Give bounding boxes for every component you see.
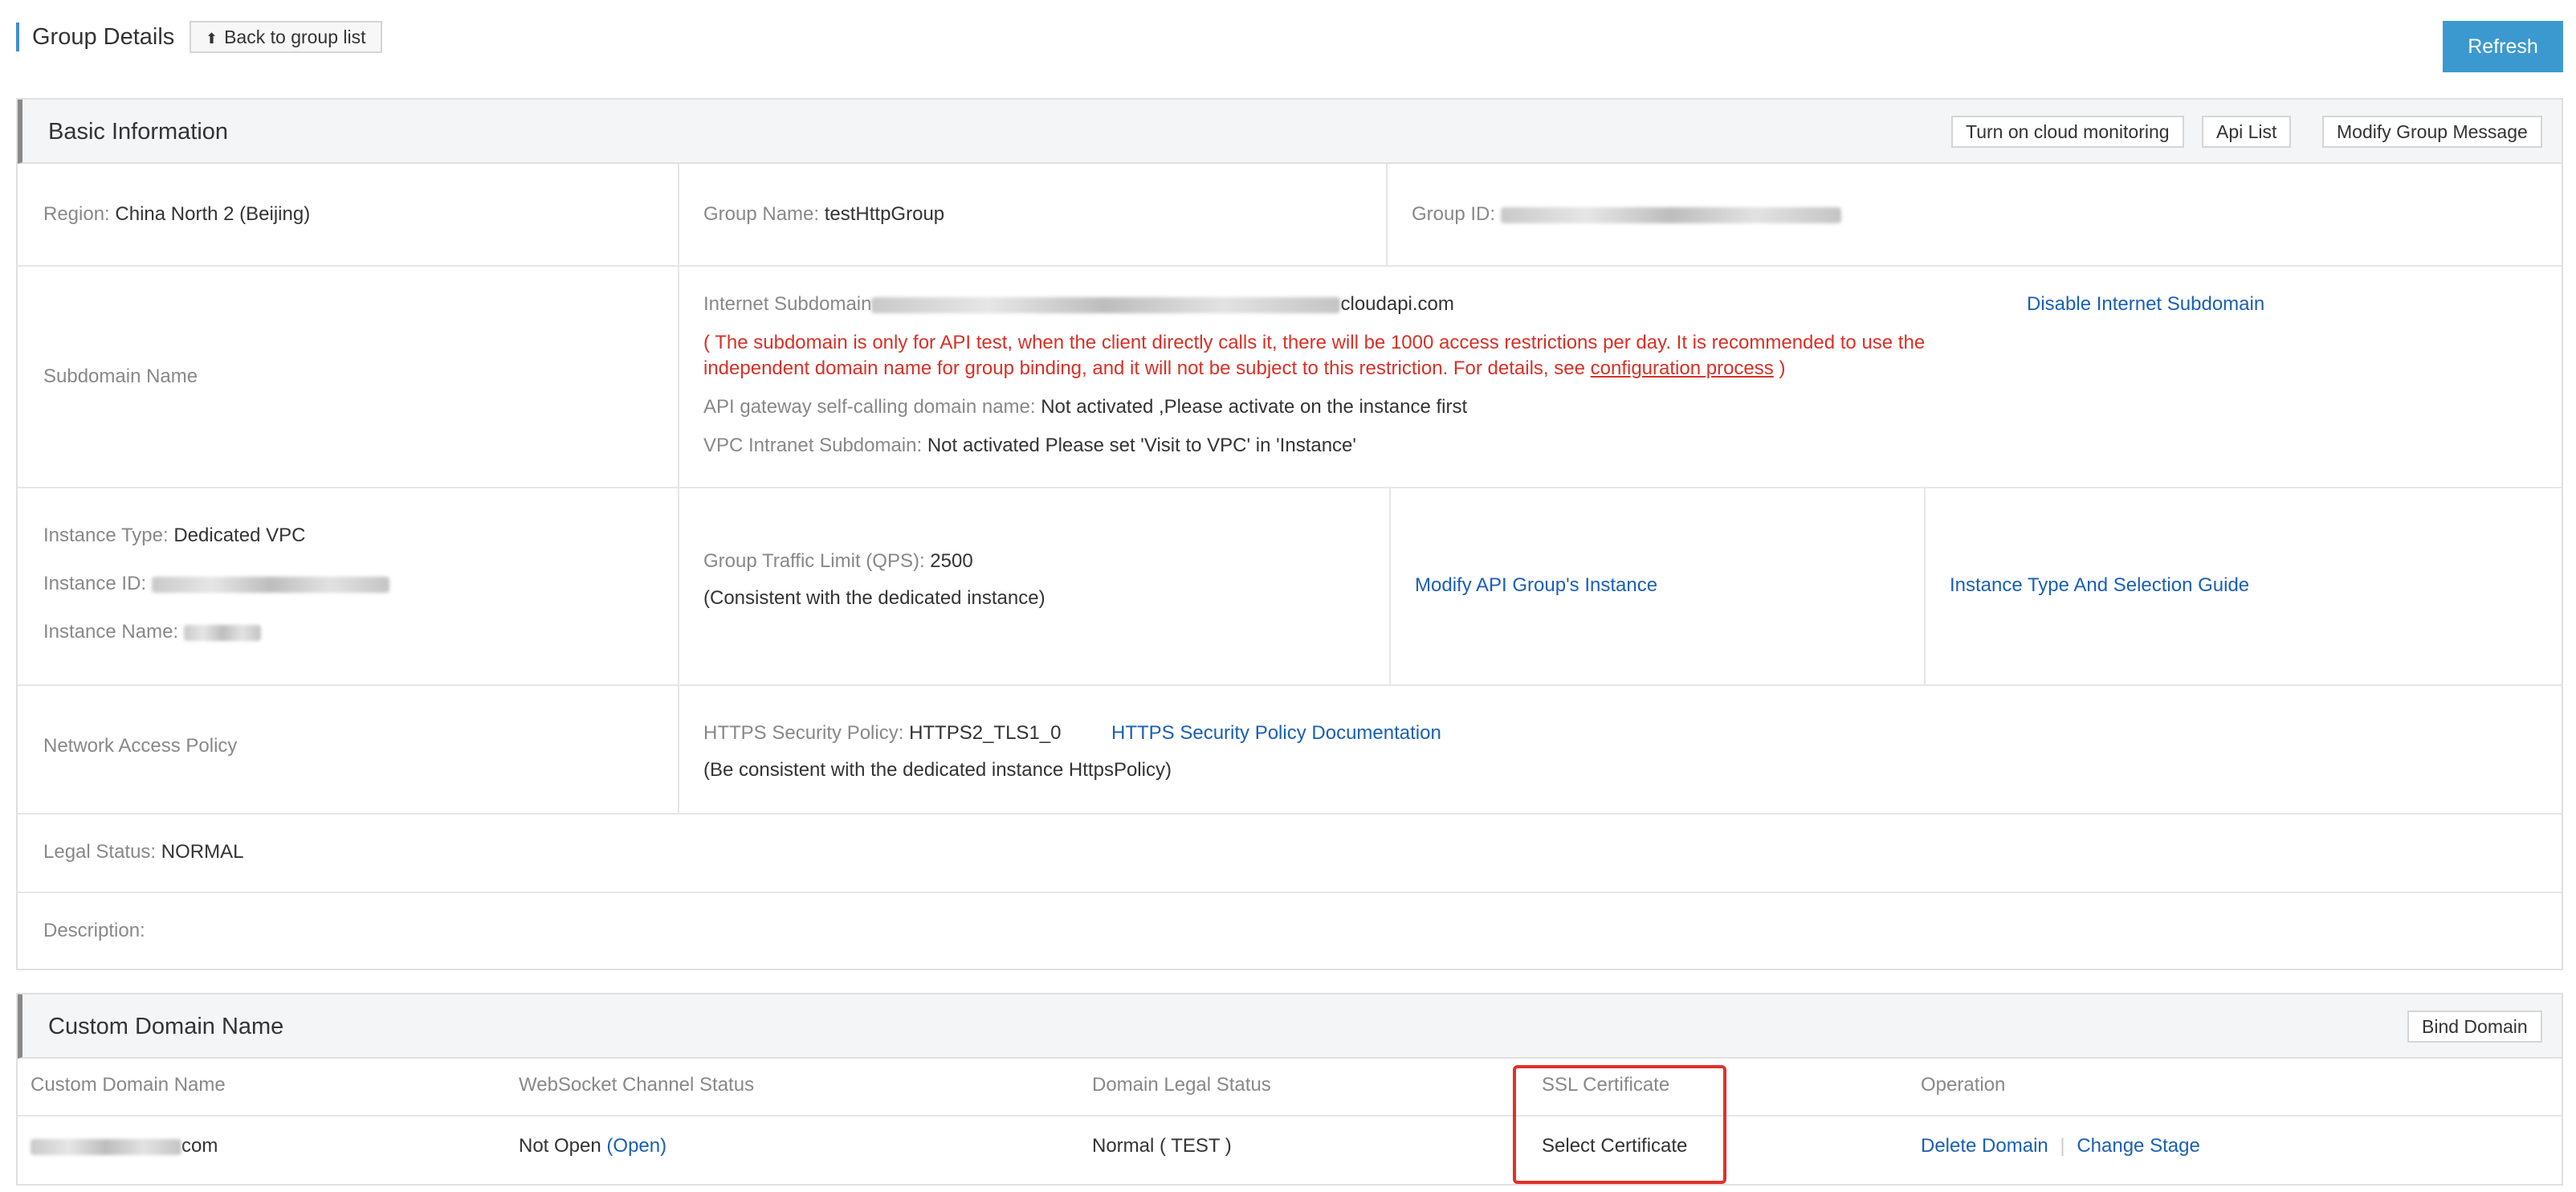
turn-on-cloud-monitoring-button[interactable]: Turn on cloud monitoring	[1951, 116, 2184, 148]
instance-type-value: Dedicated VPC	[173, 525, 306, 546]
page-title: Group Details	[32, 24, 175, 50]
modify-group-message-button[interactable]: Modify Group Message	[2322, 116, 2542, 148]
instance-id-redacted	[151, 576, 389, 593]
title-accent-bar	[16, 22, 19, 51]
table-header-divider	[18, 1115, 2562, 1116]
custom-domain-title: Custom Domain Name	[48, 1014, 284, 1039]
disable-internet-subdomain-link[interactable]: Disable Internet Subdomain	[2027, 292, 2264, 316]
self-calling-domain-field: API gateway self-calling domain name: No…	[703, 396, 1468, 418]
traffic-limit-note: (Consistent with the dedicated instance)	[703, 587, 1045, 609]
instance-name-field: Instance Name:	[43, 620, 261, 644]
https-security-policy-field: HTTPS Security Policy: HTTPS2_TLS1_0	[703, 722, 1062, 744]
basic-information-panel: Basic Information Turn on cloud monitori…	[16, 98, 2563, 970]
legal-status-field: Legal Status: NORMAL	[43, 841, 244, 863]
col-domain-legal-status: Domain Legal Status	[1092, 1074, 1271, 1096]
operation-cell: Delete Domain | Change Stage	[1921, 1134, 2200, 1158]
https-security-policy-value: HTTPS2_TLS1_0	[909, 722, 1062, 744]
websocket-status-value: Not Open	[519, 1135, 601, 1157]
https-security-policy-doc-link[interactable]: HTTPS Security Policy Documentation	[1111, 721, 1441, 745]
https-policy-note: (Be consistent with the dedicated instan…	[703, 759, 1172, 781]
instance-name-redacted	[183, 624, 261, 641]
group-id-redacted	[1500, 206, 1841, 223]
internet-subdomain-suffix: cloudapi.com	[1340, 293, 1454, 315]
vpc-intranet-subdomain-value: Not activated Please set 'Visit to VPC' …	[927, 435, 1356, 456]
column-divider	[1386, 164, 1388, 265]
column-divider	[678, 164, 679, 813]
legal-status-value: NORMAL	[161, 841, 244, 863]
instance-type-selection-guide-link[interactable]: Instance Type And Selection Guide	[1950, 574, 2249, 598]
col-websocket-channel-status: WebSocket Channel Status	[519, 1074, 755, 1096]
configuration-process-link[interactable]: configuration process	[1591, 357, 1774, 379]
delete-domain-link[interactable]: Delete Domain	[1921, 1135, 2048, 1157]
internet-subdomain-field: Internet Subdomain cloudapi.com	[703, 293, 1454, 315]
group-name-value: testHttpGroup	[824, 203, 945, 225]
instance-id-field: Instance ID:	[43, 572, 389, 596]
self-calling-domain-value: Not activated ,Please activate on the in…	[1041, 396, 1468, 418]
group-name-field: Group Name: testHttpGroup	[703, 203, 945, 225]
region-field: Region: China North 2 (Beijing)	[43, 203, 311, 225]
vpc-intranet-subdomain-field: VPC Intranet Subdomain: Not activated Pl…	[703, 435, 1356, 456]
refresh-button[interactable]: Refresh	[2443, 21, 2563, 72]
domain-redacted	[31, 1138, 181, 1155]
basic-information-title: Basic Information	[48, 119, 229, 145]
instance-type-field: Instance Type: Dedicated VPC	[43, 525, 306, 546]
description-label: Description:	[43, 920, 145, 941]
operation-separator: |	[2060, 1135, 2065, 1157]
back-to-group-list-button[interactable]: ⬆ Back to group list	[190, 21, 382, 53]
col-operation: Operation	[1921, 1074, 2006, 1096]
websocket-status-cell: Not Open (Open)	[519, 1134, 666, 1158]
domain-legal-status-cell: Normal ( TEST )	[1092, 1135, 1232, 1157]
basic-information-header: Basic Information Turn on cloud monitori…	[18, 100, 2562, 164]
modify-api-group-instance-link[interactable]: Modify API Group's Instance	[1415, 574, 1657, 598]
col-custom-domain-name: Custom Domain Name	[31, 1074, 226, 1096]
subdomain-name-label: Subdomain Name	[43, 365, 198, 387]
bind-domain-button[interactable]: Bind Domain	[2407, 1010, 2542, 1043]
row-divider	[18, 892, 2562, 893]
row-divider	[18, 265, 2562, 267]
region-value: China North 2 (Beijing)	[115, 203, 311, 225]
subdomain-notice-line-2: independent domain name for group bindin…	[703, 357, 1786, 379]
row-divider	[18, 813, 2562, 814]
change-stage-link[interactable]: Change Stage	[2077, 1135, 2199, 1157]
custom-domain-cell: com	[31, 1134, 218, 1158]
internet-subdomain-redacted	[871, 296, 1341, 313]
group-traffic-limit-value: 2500	[930, 550, 973, 572]
ssl-certificate-highlight-box	[1513, 1065, 1726, 1184]
row-divider	[18, 487, 2562, 488]
subdomain-notice-line-1: ( The subdomain is only for API test, wh…	[703, 332, 1926, 353]
open-websocket-link[interactable]: (Open)	[606, 1135, 666, 1157]
upload-arrow-icon: ⬆	[206, 31, 218, 47]
column-divider	[1389, 487, 1391, 684]
domain-suffix: com	[181, 1135, 218, 1157]
custom-domain-header: Custom Domain Name Bind Domain	[18, 994, 2562, 1059]
group-traffic-limit-field: Group Traffic Limit (QPS): 2500	[703, 550, 973, 572]
api-list-button[interactable]: Api List	[2202, 116, 2292, 148]
network-access-policy-label: Network Access Policy	[43, 735, 238, 757]
back-button-label: Back to group list	[224, 27, 366, 47]
group-id-field: Group ID:	[1412, 202, 1841, 227]
column-divider	[1924, 487, 1926, 684]
row-divider	[18, 684, 2562, 686]
